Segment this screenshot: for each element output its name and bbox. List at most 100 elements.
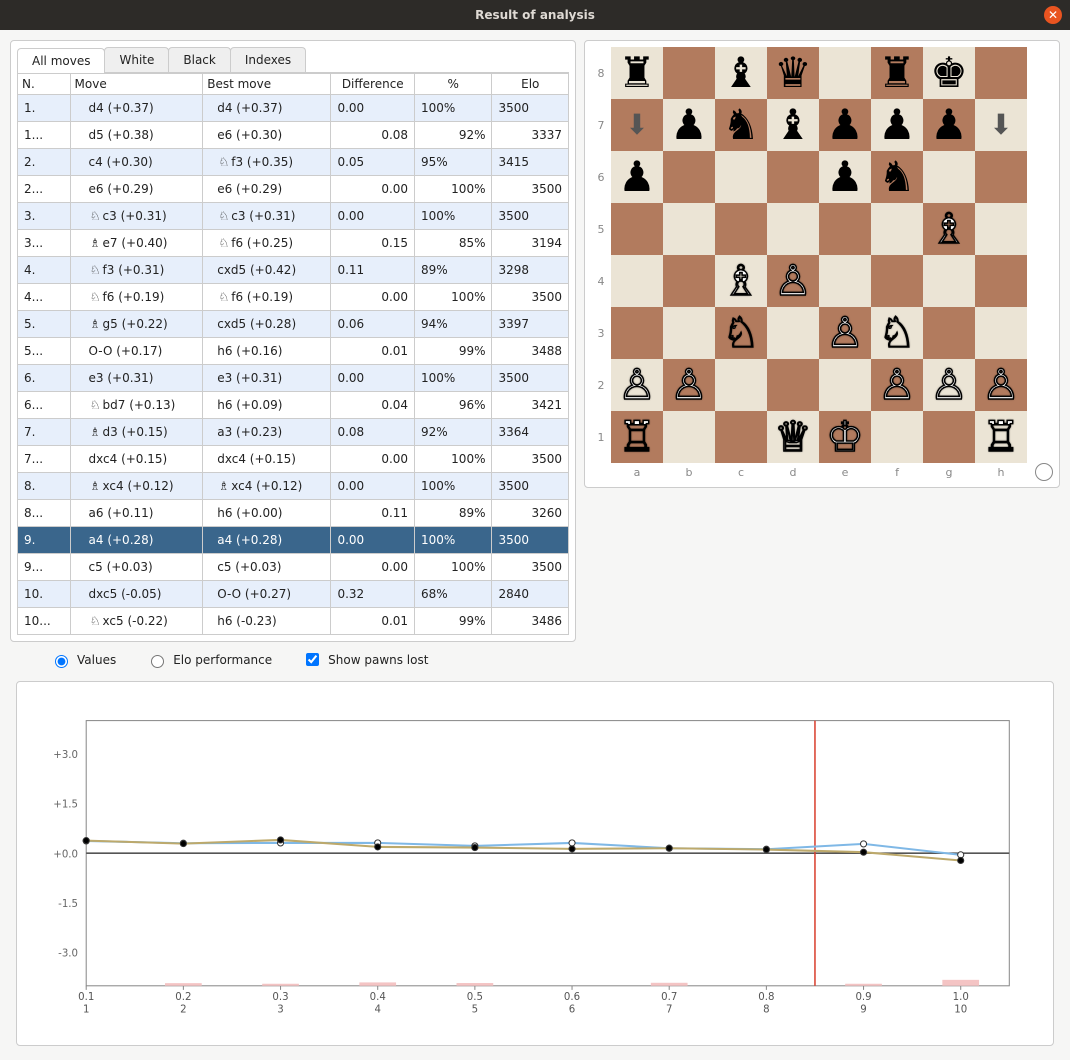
- square-f3[interactable]: ♘: [871, 307, 923, 359]
- move-row[interactable]: 1...d5 (+0.38)e6 (+0.30)0.0892%3337: [18, 122, 569, 149]
- square-b5[interactable]: [663, 203, 715, 255]
- square-e1[interactable]: ♔: [819, 411, 871, 463]
- square-d5[interactable]: [767, 203, 819, 255]
- square-a7[interactable]: ⬇: [611, 99, 663, 151]
- square-c1[interactable]: [715, 411, 767, 463]
- square-e4[interactable]: [819, 255, 871, 307]
- square-h2[interactable]: ♙: [975, 359, 1027, 411]
- square-b2[interactable]: ♙: [663, 359, 715, 411]
- square-d2[interactable]: [767, 359, 819, 411]
- move-row[interactable]: 3...♗e7 (+0.40)♘f6 (+0.25)0.1585%3194: [18, 230, 569, 257]
- move-row[interactable]: 5...O-O (+0.17)h6 (+0.16)0.0199%3488: [18, 338, 569, 365]
- col-[interactable]: %: [415, 74, 492, 95]
- move-row[interactable]: 6...♘bd7 (+0.13)h6 (+0.09)0.0496%3421: [18, 392, 569, 419]
- window-close-button[interactable]: ✕: [1044, 6, 1062, 24]
- svg-text:0.8: 0.8: [758, 992, 774, 1003]
- col-n[interactable]: N.: [18, 74, 71, 95]
- square-e3[interactable]: ♙: [819, 307, 871, 359]
- tab-black[interactable]: Black: [168, 47, 230, 72]
- square-e5[interactable]: [819, 203, 871, 255]
- square-a6[interactable]: ♟: [611, 151, 663, 203]
- square-a8[interactable]: ♜: [611, 47, 663, 99]
- square-f2[interactable]: ♙: [871, 359, 923, 411]
- square-g7[interactable]: ♟: [923, 99, 975, 151]
- tab-white[interactable]: White: [104, 47, 169, 72]
- square-g1[interactable]: [923, 411, 975, 463]
- square-g6[interactable]: [923, 151, 975, 203]
- square-b4[interactable]: [663, 255, 715, 307]
- square-b6[interactable]: [663, 151, 715, 203]
- move-row[interactable]: 2.c4 (+0.30)♘f3 (+0.35)0.0595%3415: [18, 149, 569, 176]
- tab-indexes[interactable]: Indexes: [230, 47, 306, 72]
- square-a4[interactable]: [611, 255, 663, 307]
- square-f6[interactable]: ♞: [871, 151, 923, 203]
- square-c6[interactable]: [715, 151, 767, 203]
- square-e8[interactable]: [819, 47, 871, 99]
- square-d6[interactable]: [767, 151, 819, 203]
- square-f4[interactable]: [871, 255, 923, 307]
- move-row[interactable]: 1.d4 (+0.37)d4 (+0.37)0.00100%3500: [18, 95, 569, 122]
- square-d8[interactable]: ♛: [767, 47, 819, 99]
- square-g4[interactable]: [923, 255, 975, 307]
- square-a3[interactable]: [611, 307, 663, 359]
- radio-elo[interactable]: Elo performance: [146, 652, 272, 668]
- square-d7[interactable]: ♝: [767, 99, 819, 151]
- square-b1[interactable]: [663, 411, 715, 463]
- move-row[interactable]: 7.♗d3 (+0.15)a3 (+0.23)0.0892%3364: [18, 419, 569, 446]
- square-c2[interactable]: [715, 359, 767, 411]
- square-e2[interactable]: [819, 359, 871, 411]
- move-row[interactable]: 7...dxc4 (+0.15)dxc4 (+0.15)0.00100%3500: [18, 446, 569, 473]
- col-difference[interactable]: Difference: [331, 74, 415, 95]
- move-row[interactable]: 8.♗xc4 (+0.12)♗xc4 (+0.12)0.00100%3500: [18, 473, 569, 500]
- square-f8[interactable]: ♜: [871, 47, 923, 99]
- move-row[interactable]: 3.♘c3 (+0.31)♘c3 (+0.31)0.00100%3500: [18, 203, 569, 230]
- move-row[interactable]: 5.♗g5 (+0.22)cxd5 (+0.28)0.0694%3397: [18, 311, 569, 338]
- square-a5[interactable]: [611, 203, 663, 255]
- square-g5[interactable]: ♗: [923, 203, 975, 255]
- col-bestmove[interactable]: Best move: [203, 74, 331, 95]
- move-row[interactable]: 8...a6 (+0.11)h6 (+0.00)0.1189%3260: [18, 500, 569, 527]
- square-h7[interactable]: ⬇: [975, 99, 1027, 151]
- move-row[interactable]: 4.♘f3 (+0.31)cxd5 (+0.42)0.1189%3298: [18, 257, 569, 284]
- square-g8[interactable]: ♚: [923, 47, 975, 99]
- square-c5[interactable]: [715, 203, 767, 255]
- square-h4[interactable]: [975, 255, 1027, 307]
- square-e6[interactable]: ♟: [819, 151, 871, 203]
- square-a2[interactable]: ♙: [611, 359, 663, 411]
- square-f7[interactable]: ♟: [871, 99, 923, 151]
- move-row[interactable]: 6.e3 (+0.31)e3 (+0.31)0.00100%3500: [18, 365, 569, 392]
- checkbox-showpawns[interactable]: Show pawns lost: [302, 650, 428, 669]
- square-f5[interactable]: [871, 203, 923, 255]
- square-d1[interactable]: ♕: [767, 411, 819, 463]
- square-b7[interactable]: ♟: [663, 99, 715, 151]
- square-e7[interactable]: ♟: [819, 99, 871, 151]
- square-h8[interactable]: [975, 47, 1027, 99]
- col-move[interactable]: Move: [70, 74, 203, 95]
- square-b8[interactable]: [663, 47, 715, 99]
- square-b3[interactable]: [663, 307, 715, 359]
- radio-values[interactable]: Values: [50, 652, 116, 668]
- square-d4[interactable]: ♙: [767, 255, 819, 307]
- move-row[interactable]: 2...e6 (+0.29)e6 (+0.29)0.00100%3500: [18, 176, 569, 203]
- move-row[interactable]: 10...♘xc5 (-0.22)h6 (-0.23)0.0199%3486: [18, 608, 569, 635]
- square-c4[interactable]: ♗: [715, 255, 767, 307]
- square-h3[interactable]: [975, 307, 1027, 359]
- tab-all-moves[interactable]: All moves: [17, 48, 105, 73]
- svg-text:0.6: 0.6: [564, 992, 580, 1003]
- square-g2[interactable]: ♙: [923, 359, 975, 411]
- square-d3[interactable]: [767, 307, 819, 359]
- move-row[interactable]: 9.a4 (+0.28)a4 (+0.28)0.00100%3500: [18, 527, 569, 554]
- square-g3[interactable]: [923, 307, 975, 359]
- col-elo[interactable]: Elo: [492, 74, 569, 95]
- move-row[interactable]: 4...♘f6 (+0.19)♘f6 (+0.19)0.00100%3500: [18, 284, 569, 311]
- move-row[interactable]: 10.dxc5 (-0.05)O-O (+0.27)0.3268%2840: [18, 581, 569, 608]
- square-c3[interactable]: ♘: [715, 307, 767, 359]
- square-f1[interactable]: [871, 411, 923, 463]
- square-h6[interactable]: [975, 151, 1027, 203]
- square-h5[interactable]: [975, 203, 1027, 255]
- move-row[interactable]: 9...c5 (+0.03)c5 (+0.03)0.00100%3500: [18, 554, 569, 581]
- square-a1[interactable]: ♖: [611, 411, 663, 463]
- square-h1[interactable]: ♖: [975, 411, 1027, 463]
- square-c7[interactable]: ♞: [715, 99, 767, 151]
- square-c8[interactable]: ♝: [715, 47, 767, 99]
